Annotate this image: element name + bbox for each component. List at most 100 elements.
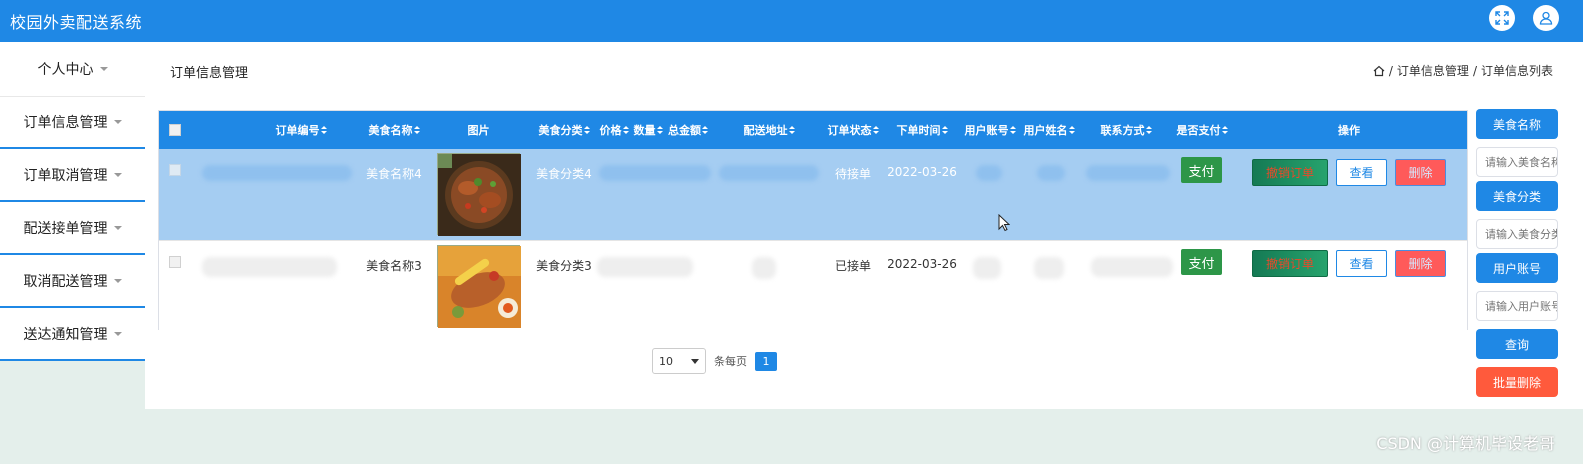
fullscreen-icon[interactable]	[1489, 5, 1515, 31]
cancel-order-button[interactable]: 撤销订单	[1252, 250, 1328, 277]
sidebar-item-delivered-notice[interactable]: 送达通知管理	[0, 308, 145, 361]
sidebar: 个人中心 订单信息管理 订单取消管理 配送接单管理 取消配送管理 送达通知管理	[0, 42, 145, 361]
select-all-checkbox[interactable]	[167, 111, 183, 149]
home-icon[interactable]	[1373, 65, 1385, 77]
sort-icon[interactable]	[320, 125, 327, 135]
sort-icon[interactable]	[583, 125, 590, 135]
sidebar-item-label: 订单取消管理	[23, 167, 108, 184]
chevron-down-icon	[113, 172, 122, 177]
category-input[interactable]	[1476, 219, 1558, 249]
page-title: 订单信息管理	[170, 66, 249, 81]
col-status[interactable]: 订单状态	[819, 111, 887, 149]
col-label: 配送地址	[743, 124, 788, 137]
sort-icon[interactable]	[1068, 125, 1075, 135]
sort-icon[interactable]	[413, 125, 420, 135]
chevron-down-icon	[691, 358, 699, 364]
username-cell	[1034, 149, 1068, 240]
col-label: 用户账号	[964, 124, 1009, 137]
delete-button[interactable]: 删除	[1395, 250, 1446, 277]
view-button[interactable]: 查看	[1336, 250, 1387, 277]
table-row[interactable]: 美食名称4 美食分类4 待接单 2022-03-26 支付 撤销订单 查看 删除	[159, 149, 1467, 240]
breadcrumb: / 订单信息管理 / 订单信息列表	[1373, 62, 1553, 79]
col-price[interactable]: 价格	[595, 111, 633, 149]
col-label: 订单状态	[827, 124, 872, 137]
main-content: 订单编号 美食名称 图片 美食分类 价格 数量 总金额 配送地址 订单状态 下单…	[145, 96, 1583, 409]
cancel-order-button[interactable]: 撤销订单	[1252, 159, 1328, 186]
sidebar-item-personal[interactable]: 个人中心	[0, 42, 145, 96]
page-size-select[interactable]: 10	[652, 348, 706, 374]
pay-button[interactable]: 支付	[1181, 249, 1222, 275]
category-cell: 美食分类3	[536, 259, 592, 273]
account-cell	[971, 241, 1003, 332]
food-name-input[interactable]	[1476, 147, 1558, 177]
order-table: 订单编号 美食名称 图片 美食分类 价格 数量 总金额 配送地址 订单状态 下单…	[158, 110, 1468, 331]
page-header: 订单信息管理 / 订单信息管理 / 订单信息列表	[145, 42, 1583, 96]
app-title: 校园外卖配送系统	[10, 13, 143, 32]
sidebar-item-label: 取消配送管理	[23, 273, 108, 290]
per-page-label: 条每页	[714, 355, 747, 368]
col-label: 是否支付	[1176, 124, 1221, 137]
pagination: 10 条每页 1	[652, 348, 777, 374]
sidebar-item-label: 送达通知管理	[23, 326, 108, 343]
col-address[interactable]: 配送地址	[729, 111, 809, 149]
order-time-cell: 2022-03-26	[887, 257, 957, 271]
col-label: 操作	[1338, 124, 1360, 137]
query-button[interactable]: 查询	[1476, 329, 1558, 359]
username-cell	[1032, 241, 1066, 332]
col-username[interactable]: 用户姓名	[1017, 111, 1081, 149]
row-checkbox[interactable]	[167, 149, 183, 240]
food-image[interactable]	[437, 153, 521, 236]
sort-icon[interactable]	[622, 125, 629, 135]
sort-icon[interactable]	[656, 125, 663, 135]
col-quantity[interactable]: 数量	[630, 111, 666, 149]
sort-icon[interactable]	[1221, 125, 1228, 135]
batch-delete-button[interactable]: 批量删除	[1476, 367, 1558, 397]
status-cell: 已接单	[834, 259, 871, 273]
food-image[interactable]	[437, 245, 521, 328]
order-time-cell: 2022-03-26	[887, 165, 957, 179]
col-label: 美食名称	[368, 124, 413, 137]
sort-icon[interactable]	[788, 125, 795, 135]
col-actions: 操作	[1249, 111, 1449, 149]
page-size-value: 10	[659, 354, 673, 368]
food-name-cell: 美食名称3	[366, 259, 422, 273]
row-checkbox[interactable]	[167, 241, 183, 332]
col-total[interactable]: 总金额	[663, 111, 713, 149]
account-search-label[interactable]: 用户账号	[1476, 253, 1558, 283]
table-row[interactable]: 美食名称3 美食分类3 已接单 2022-03-26 支付 撤销订单 查看 删除	[159, 240, 1467, 331]
delete-button[interactable]: 删除	[1395, 159, 1446, 186]
sidebar-item-order-cancel[interactable]: 订单取消管理	[0, 149, 145, 202]
user-icon[interactable]	[1533, 5, 1559, 31]
food-name-search-label[interactable]: 美食名称	[1476, 109, 1558, 139]
sidebar-item-delivery-cancel[interactable]: 取消配送管理	[0, 255, 145, 308]
top-bar: 校园外卖配送系统	[0, 0, 1583, 42]
account-input[interactable]	[1476, 291, 1558, 321]
sort-icon[interactable]	[702, 125, 708, 135]
breadcrumb-item[interactable]: 订单信息管理	[1397, 62, 1469, 79]
col-category[interactable]: 美食分类	[529, 111, 599, 149]
breadcrumb-separator: /	[1472, 63, 1477, 78]
col-label: 联系方式	[1100, 124, 1145, 137]
sidebar-item-order-info[interactable]: 订单信息管理	[0, 96, 145, 149]
col-paid[interactable]: 是否支付	[1169, 111, 1235, 149]
pay-button[interactable]: 支付	[1181, 157, 1222, 183]
category-cell: 美食分类4	[536, 167, 592, 181]
watermark: CSDN @计算机毕设老哥	[1376, 434, 1555, 453]
category-search-label[interactable]: 美食分类	[1476, 181, 1558, 211]
col-label: 总金额	[668, 124, 701, 137]
sidebar-item-label: 个人中心	[37, 62, 94, 78]
sort-icon[interactable]	[941, 125, 948, 135]
sort-icon[interactable]	[1145, 125, 1152, 135]
table-header: 订单编号 美食名称 图片 美食分类 价格 数量 总金额 配送地址 订单状态 下单…	[159, 111, 1467, 149]
col-account[interactable]: 用户账号	[959, 111, 1021, 149]
col-contact[interactable]: 联系方式	[1091, 111, 1161, 149]
sidebar-item-delivery-accept[interactable]: 配送接单管理	[0, 202, 145, 255]
chevron-down-icon	[99, 67, 108, 71]
view-button[interactable]: 查看	[1336, 159, 1387, 186]
sort-icon[interactable]	[872, 125, 879, 135]
breadcrumb-separator: /	[1388, 63, 1393, 78]
page-number[interactable]: 1	[755, 351, 777, 371]
col-order-time[interactable]: 下单时间	[887, 111, 957, 149]
sort-icon[interactable]	[1009, 125, 1016, 135]
col-food-name[interactable]: 美食名称	[359, 111, 429, 149]
